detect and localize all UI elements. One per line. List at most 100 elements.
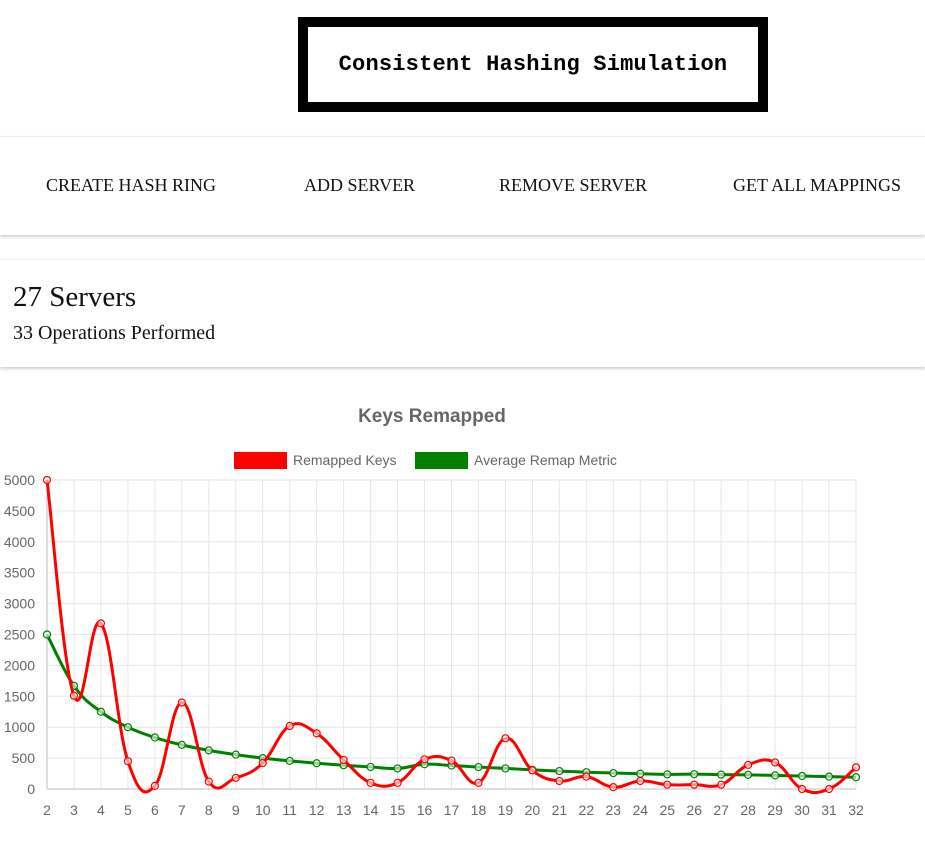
x-tick-label: 9	[232, 802, 240, 818]
x-tick-label: 21	[552, 802, 568, 818]
data-point	[69, 691, 79, 700]
y-tick-label: 1500	[4, 688, 35, 704]
x-tick-label: 4	[97, 802, 105, 818]
x-tick-label: 20	[525, 802, 541, 818]
data-point	[177, 698, 186, 707]
x-tick-label: 19	[498, 802, 514, 818]
data-point	[312, 729, 321, 738]
data-point	[177, 740, 186, 749]
x-tick-label: 5	[124, 802, 132, 818]
data-point	[770, 758, 780, 767]
x-tick-label: 32	[848, 802, 864, 818]
y-tick-label: 4500	[4, 503, 35, 519]
add-server-button[interactable]: ADD SERVER	[304, 175, 415, 196]
data-point	[770, 771, 780, 780]
y-tick-label: 2500	[4, 627, 35, 643]
y-tick-label: 1000	[4, 719, 35, 735]
get-all-mappings-button[interactable]: GET ALL MAPPINGS	[733, 175, 901, 196]
data-point	[285, 756, 294, 765]
x-tick-label: 3	[70, 802, 78, 818]
data-point	[690, 780, 699, 789]
server-count: 27 Servers	[13, 281, 137, 313]
x-tick-label: 2	[43, 802, 51, 818]
legend-label: Average Remap Metric	[474, 452, 617, 468]
data-point	[150, 781, 159, 791]
data-point	[447, 756, 456, 765]
x-tick-label: 8	[205, 802, 213, 818]
x-tick-label: 11	[282, 802, 297, 818]
data-point	[42, 475, 52, 485]
x-tick-label: 6	[151, 802, 159, 818]
data-point	[851, 763, 861, 772]
data-point	[231, 773, 240, 782]
remove-server-button[interactable]: REMOVE SERVER	[499, 175, 647, 196]
x-tick-label: 24	[632, 802, 648, 818]
x-tick-label: 7	[178, 802, 186, 818]
y-tick-label: 0	[27, 781, 35, 797]
data-point	[96, 619, 106, 628]
legend-swatch	[415, 452, 468, 469]
data-point	[824, 784, 834, 794]
data-point	[636, 769, 645, 778]
data-point	[744, 770, 753, 780]
y-tick-label: 2000	[4, 657, 35, 673]
legend-swatch	[234, 452, 287, 469]
data-point	[420, 755, 429, 764]
data-point	[528, 766, 537, 775]
x-tick-label: 16	[417, 802, 433, 818]
legend-label: Remapped Keys	[293, 452, 397, 468]
data-point	[663, 770, 672, 779]
title-box: Consistent Hashing Simulation	[298, 17, 768, 112]
data-point	[851, 773, 861, 782]
data-point	[663, 780, 672, 789]
stats-panel: 27 Servers 33 Operations Performed	[0, 259, 925, 367]
data-point	[501, 734, 510, 743]
x-tick-label: 29	[767, 802, 783, 818]
data-point	[366, 778, 375, 787]
data-point	[690, 770, 699, 779]
data-point	[96, 707, 106, 716]
x-tick-label: 25	[659, 802, 675, 818]
x-tick-label: 18	[471, 802, 487, 818]
data-point	[366, 762, 375, 772]
data-point	[555, 766, 564, 776]
x-tick-label: 15	[390, 802, 406, 818]
data-point	[204, 746, 213, 755]
x-tick-label: 30	[794, 802, 810, 818]
data-point	[717, 780, 726, 789]
x-tick-label: 28	[740, 802, 756, 818]
data-point	[258, 758, 267, 768]
data-point	[204, 777, 213, 786]
data-point	[501, 764, 510, 773]
data-point	[555, 776, 564, 786]
data-point	[636, 776, 645, 786]
data-point	[474, 778, 483, 787]
x-tick-label: 27	[713, 802, 729, 818]
data-point	[824, 772, 834, 781]
data-point	[285, 721, 294, 731]
data-point	[312, 759, 321, 768]
x-tick-label: 22	[579, 802, 595, 818]
data-point	[123, 757, 133, 766]
data-point	[797, 771, 807, 781]
operations-count: 33 Operations Performed	[13, 322, 216, 344]
x-tick-label: 13	[336, 802, 352, 818]
x-tick-label: 26	[686, 802, 702, 818]
data-point	[609, 768, 618, 778]
data-point	[609, 783, 618, 792]
data-point	[393, 764, 402, 773]
data-point	[123, 723, 133, 732]
keys-remapped-chart: Keys Remapped Remapped Keys Average Remap …	[4, 406, 864, 818]
create-hash-ring-button[interactable]: CREATE HASH RING	[46, 175, 216, 196]
data-point	[744, 760, 753, 769]
x-tick-label: 31	[821, 802, 837, 818]
page-title: Consistent Hashing Simulation	[338, 52, 728, 77]
data-point	[42, 630, 52, 639]
y-tick-label: 500	[12, 750, 36, 766]
x-tick-label: 10	[255, 802, 271, 818]
y-tick-label: 4000	[4, 534, 35, 550]
data-point	[150, 733, 159, 742]
data-point	[582, 772, 591, 781]
y-tick-label: 3500	[4, 565, 35, 581]
data-point	[231, 750, 240, 759]
